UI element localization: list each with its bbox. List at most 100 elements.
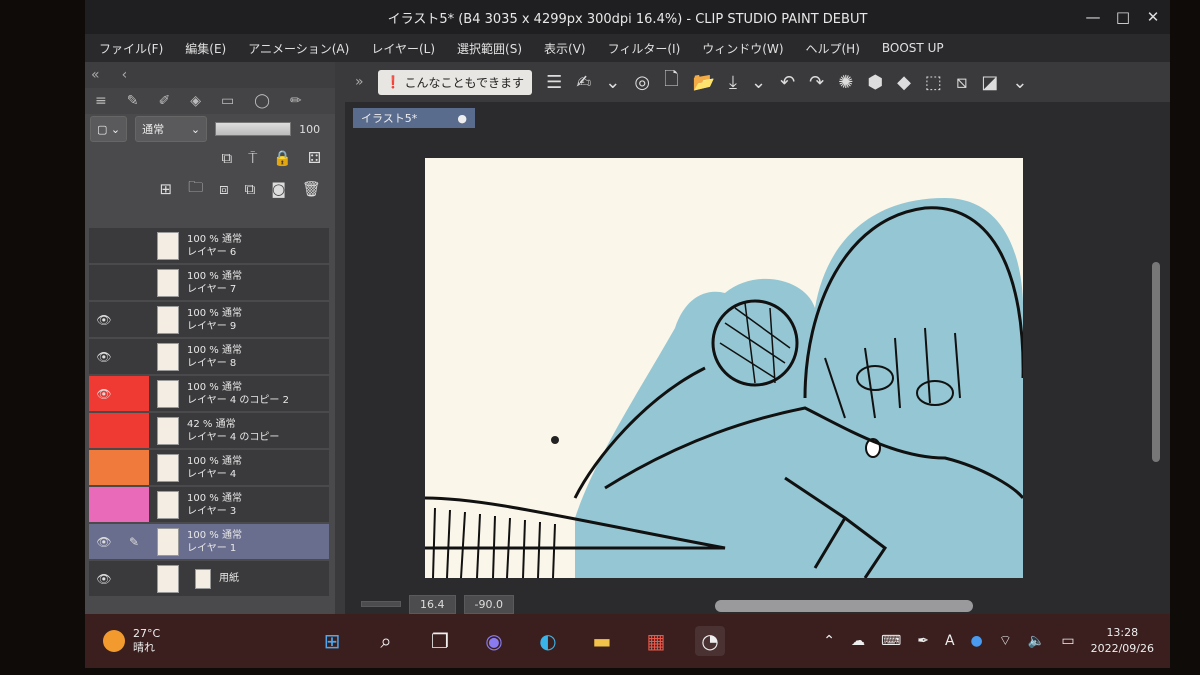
collapse-icon[interactable]: « bbox=[91, 67, 100, 83]
chevron-down-icon[interactable]: ⌄ bbox=[751, 72, 766, 93]
eye-icon[interactable] bbox=[89, 487, 119, 522]
layer-row[interactable]: 42 % 通常 レイヤー 4 のコピー bbox=[89, 413, 329, 448]
clip-icon[interactable]: ⧉ bbox=[222, 149, 233, 167]
minimize-button[interactable]: — bbox=[1078, 0, 1108, 34]
menu-window[interactable]: ウィンドウ(W) bbox=[702, 40, 783, 57]
weather-widget[interactable]: 27°C 晴れ bbox=[85, 627, 303, 655]
pencil-icon[interactable]: ✎ bbox=[119, 524, 149, 559]
layer-lock-cell[interactable] bbox=[119, 339, 149, 374]
paper-layer-row[interactable]: 👁 用紙 bbox=[89, 561, 329, 596]
new-layer-icon[interactable]: ⊞ bbox=[160, 180, 173, 198]
cloud-off-icon[interactable]: ☁ bbox=[851, 633, 865, 649]
maximize-button[interactable]: □ bbox=[1108, 0, 1138, 34]
pen-tab-icon[interactable]: ✐ bbox=[158, 93, 170, 109]
redo-icon[interactable]: ↷ bbox=[809, 72, 824, 93]
menu-file[interactable]: ファイル(F) bbox=[99, 40, 163, 57]
search-icon[interactable]: ⌕ bbox=[371, 626, 401, 656]
open-folder-icon[interactable]: 📂 bbox=[693, 72, 715, 93]
layer-lock-cell[interactable] bbox=[119, 487, 149, 522]
fill-icon[interactable]: ◆ bbox=[897, 72, 911, 93]
keyboard-icon[interactable]: ⌨ bbox=[881, 633, 901, 649]
image-tab-icon[interactable]: ▭ bbox=[221, 93, 234, 109]
battery-icon[interactable]: ▭ bbox=[1061, 633, 1074, 649]
shape-tab-icon[interactable]: ◯ bbox=[254, 93, 270, 109]
layer-lock-cell[interactable] bbox=[119, 302, 149, 337]
fill-selection-icon[interactable]: ◪ bbox=[981, 72, 998, 93]
document-tab[interactable]: イラスト5* ● bbox=[353, 108, 475, 128]
eye-icon[interactable] bbox=[89, 265, 119, 300]
expand-icon[interactable]: » bbox=[355, 74, 364, 90]
menu-edit[interactable]: 編集(E) bbox=[185, 40, 226, 57]
wifi-icon[interactable]: ⌔ bbox=[999, 632, 1012, 650]
menu-filter[interactable]: フィルター(I) bbox=[608, 40, 681, 57]
save-icon[interactable]: ⤓ bbox=[729, 72, 737, 93]
layer-row[interactable]: 100 % 通常 レイヤー 3 bbox=[89, 487, 329, 522]
file-explorer-icon[interactable]: ▬ bbox=[587, 626, 617, 656]
clip-studio-app-icon[interactable]: ◔ bbox=[695, 626, 725, 656]
windows-start-icon[interactable]: ⊞ bbox=[317, 626, 347, 656]
eye-icon[interactable] bbox=[89, 228, 119, 263]
menu-icon[interactable]: ≡ bbox=[95, 93, 107, 109]
new-file-icon[interactable]: 🗋 bbox=[664, 67, 678, 97]
clock[interactable]: 13:28 2022/09/26 bbox=[1091, 625, 1154, 657]
store-icon[interactable]: ▦ bbox=[641, 626, 671, 656]
eye-icon[interactable]: 👁 bbox=[89, 339, 119, 374]
layer-row[interactable]: 👁 100 % 通常 レイヤー 9 bbox=[89, 302, 329, 337]
reference-icon[interactable]: ⍑ bbox=[248, 149, 257, 167]
eye-icon[interactable]: 👁 bbox=[89, 561, 119, 596]
lock-icon[interactable]: 🔒 bbox=[273, 149, 292, 167]
menu-selection[interactable]: 選択範囲(S) bbox=[457, 40, 522, 57]
eye-icon[interactable]: 👁 bbox=[89, 302, 119, 337]
speaker-icon[interactable]: 🔈 bbox=[1028, 633, 1045, 649]
edit-icon[interactable]: ✍ bbox=[576, 72, 591, 93]
chat-icon[interactable]: ◉ bbox=[479, 626, 509, 656]
layer-row[interactable]: 100 % 通常 レイヤー 4 bbox=[89, 450, 329, 485]
layer-row[interactable]: 👁 100 % 通常 レイヤー 4 のコピー 2 bbox=[89, 376, 329, 411]
clear-icon[interactable]: ⧅ bbox=[956, 72, 967, 93]
layer-row[interactable]: 👁 100 % 通常 レイヤー 8 bbox=[89, 339, 329, 374]
menu-layer[interactable]: レイヤー(L) bbox=[371, 40, 435, 57]
zoom-value[interactable]: 16.4 bbox=[409, 594, 456, 614]
trash-icon[interactable]: 🗑 bbox=[302, 180, 321, 198]
new-folder-icon[interactable]: 🗀 bbox=[188, 177, 203, 202]
edge-icon[interactable]: ◐ bbox=[533, 626, 563, 656]
layer-lock-cell[interactable] bbox=[119, 561, 149, 596]
menu-animation[interactable]: アニメーション(A) bbox=[248, 40, 349, 57]
tab-dot-icon[interactable]: ● bbox=[457, 112, 467, 125]
layer-lock-cell[interactable] bbox=[119, 228, 149, 263]
undo-icon[interactable]: ↶ bbox=[780, 72, 795, 93]
chevron-down-icon[interactable]: ⌄ bbox=[605, 72, 620, 93]
layer-lock-cell[interactable] bbox=[119, 413, 149, 448]
layer-lock-cell[interactable] bbox=[119, 265, 149, 300]
task-view-icon[interactable]: ❐ bbox=[425, 626, 455, 656]
blend-mode-select[interactable]: 通常 ⌄ bbox=[135, 116, 208, 142]
opacity-slider[interactable] bbox=[215, 122, 292, 136]
horizontal-scrollbar[interactable] bbox=[715, 600, 973, 612]
pencil-tab-icon[interactable]: ✏ bbox=[290, 93, 302, 109]
drawing-canvas[interactable] bbox=[425, 158, 1023, 578]
hamburger-icon[interactable]: ☰ bbox=[546, 72, 562, 93]
eye-icon[interactable]: 👁 bbox=[89, 524, 119, 559]
layer-tab-icon[interactable]: ◈ bbox=[190, 93, 201, 109]
mask-icon[interactable]: ⚃ bbox=[308, 149, 321, 167]
clip-studio-icon[interactable]: ◎ bbox=[634, 72, 650, 93]
status-app-icon[interactable]: ● bbox=[971, 633, 983, 649]
chevron-down-icon[interactable]: ⌄ bbox=[1012, 72, 1027, 93]
layer-row[interactable]: 100 % 通常 レイヤー 6 bbox=[89, 228, 329, 263]
chevron-left-icon[interactable]: ‹ bbox=[122, 67, 128, 83]
layer-type-select[interactable]: ▢ ⌄ bbox=[90, 116, 128, 142]
menu-view[interactable]: 表示(V) bbox=[544, 40, 586, 57]
transfer-icon[interactable]: ⧈ bbox=[219, 180, 229, 198]
layer-row[interactable]: 👁 ✎ 100 % 通常 レイヤー 1 bbox=[89, 524, 329, 559]
vertical-scrollbar[interactable] bbox=[1152, 262, 1160, 462]
rotation-value[interactable]: -90.0 bbox=[463, 594, 514, 614]
layer-lock-cell[interactable] bbox=[119, 450, 149, 485]
menu-boost-up[interactable]: BOOST UP bbox=[882, 41, 944, 55]
eye-icon[interactable]: 👁 bbox=[89, 376, 119, 411]
loading-icon[interactable]: ✺ bbox=[838, 72, 853, 93]
ime-indicator[interactable]: A bbox=[945, 633, 955, 649]
combine-icon[interactable]: ⧉ bbox=[245, 180, 256, 198]
selection-icon[interactable]: ⬢ bbox=[867, 72, 883, 93]
layer-row[interactable]: 100 % 通常 レイヤー 7 bbox=[89, 265, 329, 300]
mask-add-icon[interactable]: ◙ bbox=[271, 180, 286, 198]
